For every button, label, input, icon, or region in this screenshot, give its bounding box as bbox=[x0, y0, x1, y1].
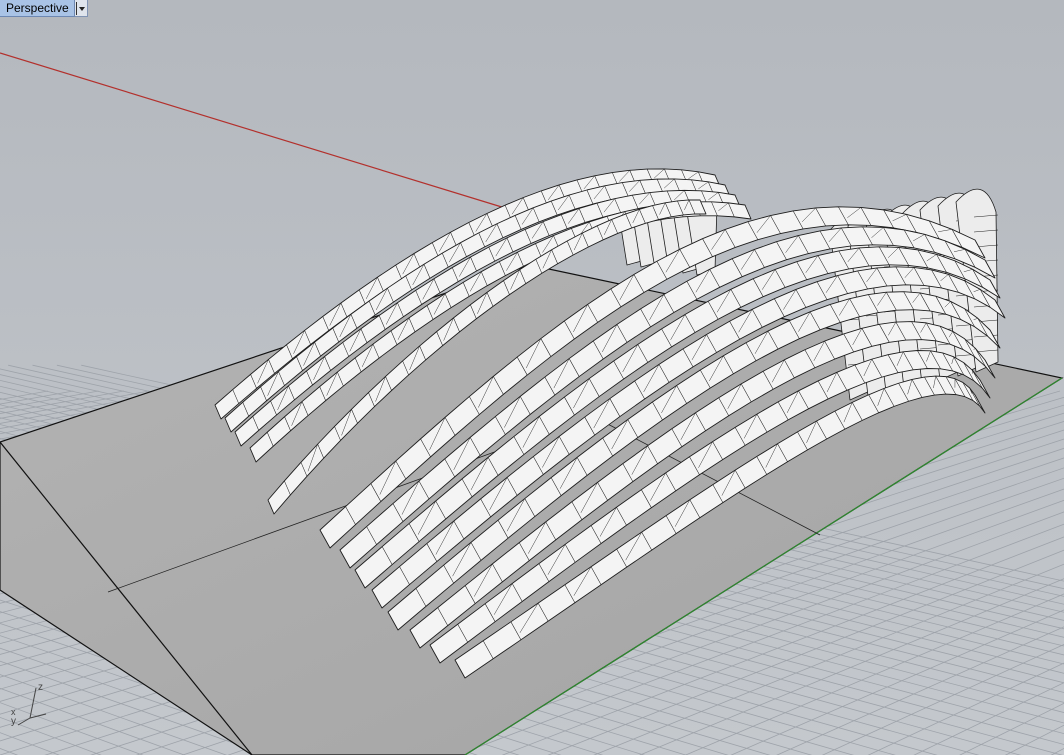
viewport-scene[interactable] bbox=[0, 0, 1064, 755]
viewport-title[interactable]: Perspective bbox=[0, 0, 75, 17]
perspective-viewport[interactable]: Perspective z y x bbox=[0, 0, 1064, 755]
axis-label-y: y bbox=[11, 716, 16, 727]
axis-label-x: x bbox=[11, 707, 16, 717]
axis-gizmo: z y x bbox=[11, 682, 47, 727]
axis-label-z: z bbox=[38, 682, 43, 693]
grid-line bbox=[1050, 747, 1064, 755]
viewport-title-bar: Perspective bbox=[0, 0, 88, 17]
x-axis-line bbox=[0, 52, 506, 209]
chevron-down-icon[interactable] bbox=[74, 0, 88, 17]
